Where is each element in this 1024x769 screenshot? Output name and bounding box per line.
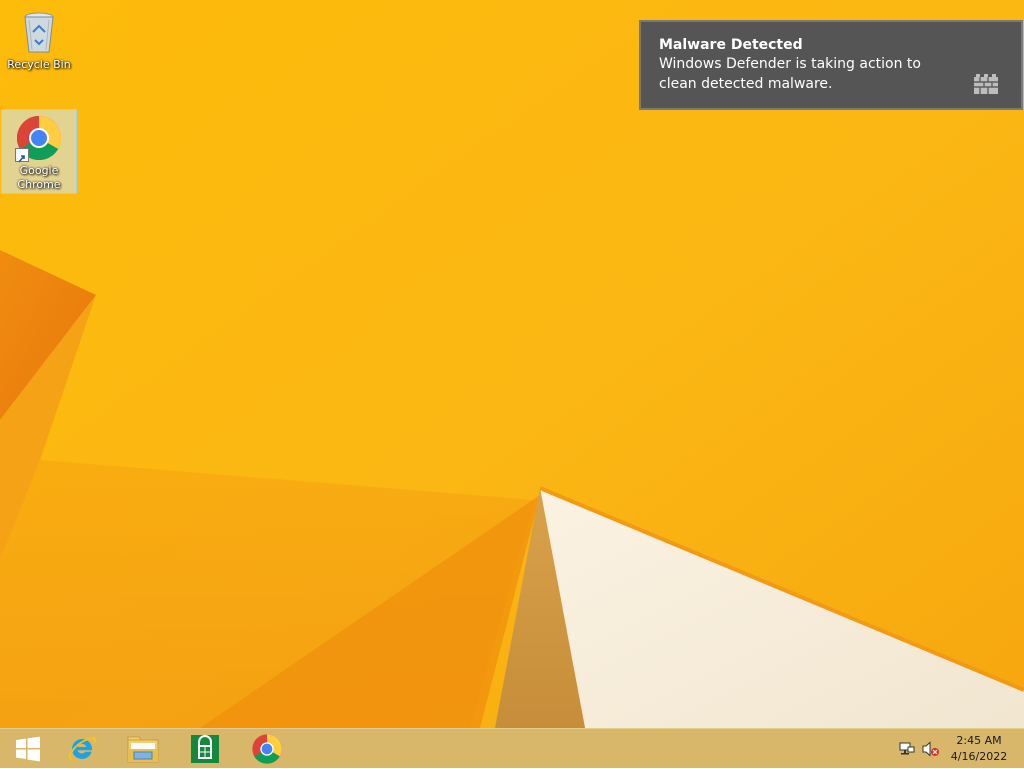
desktop-icon-recycle-bin[interactable]: Recycle Bin	[1, 4, 77, 72]
internet-explorer-icon	[68, 736, 97, 761]
file-explorer-icon	[127, 736, 159, 763]
desktop-icon-label: Google Chrome	[17, 164, 61, 191]
malware-detected-notification[interactable]: Malware Detected Windows Defender is tak…	[639, 20, 1023, 110]
chrome-icon	[252, 734, 282, 764]
desktop-icon-google-chrome[interactable]: Google Chrome	[1, 109, 77, 194]
store-icon	[191, 735, 219, 763]
google-chrome-taskbar-button[interactable]	[239, 729, 295, 769]
windows-defender-icon	[973, 74, 999, 96]
desktop: Recycle Bin Google Chrome Malware Detect…	[0, 0, 1024, 728]
notification-body: Windows Defender is taking action to cle…	[659, 56, 921, 92]
file-explorer-button[interactable]	[115, 729, 171, 769]
system-tray: 2:45 AM 4/16/2022	[890, 729, 1024, 769]
windows-logo-icon	[16, 736, 40, 762]
volume-muted-icon[interactable]	[922, 741, 940, 757]
clock-time: 2:45 AM	[956, 734, 1002, 747]
shortcut-arrow-icon	[15, 148, 29, 163]
network-icon[interactable]	[898, 741, 916, 757]
desktop-icon-label: Recycle Bin	[7, 58, 71, 71]
clock[interactable]: 2:45 AM 4/16/2022	[948, 733, 1010, 765]
internet-explorer-button[interactable]	[54, 729, 110, 769]
clock-date: 4/16/2022	[950, 750, 1008, 763]
start-button[interactable]	[0, 729, 56, 769]
recycle-bin-icon	[15, 8, 63, 56]
store-button[interactable]	[177, 729, 233, 769]
notification-title: Malware Detected	[659, 37, 803, 53]
taskbar: 2:45 AM 4/16/2022	[0, 728, 1024, 768]
chrome-icon	[15, 114, 63, 163]
